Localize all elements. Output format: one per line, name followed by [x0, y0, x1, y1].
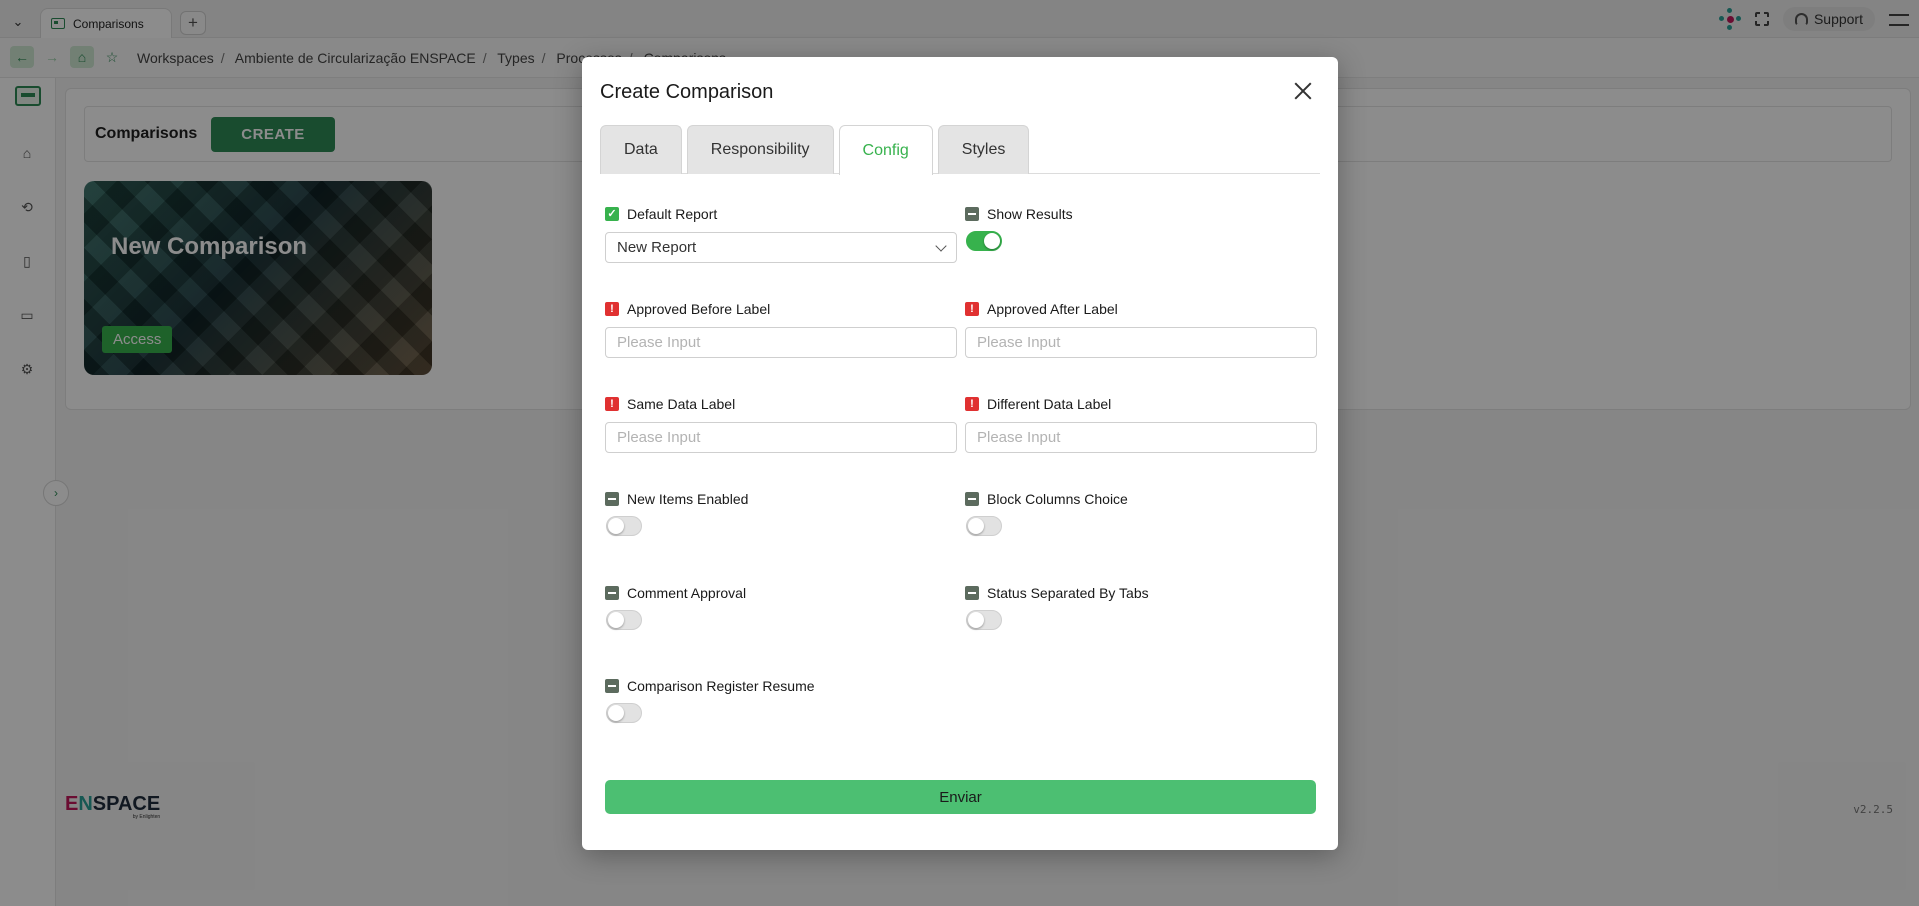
same-data-input[interactable]: Please Input	[605, 422, 957, 453]
default-report-value: New Report	[617, 239, 697, 256]
status-separated-by-tabs-toggle[interactable]	[966, 610, 1002, 630]
same-data-label: Same Data Label	[627, 396, 736, 412]
submit-button[interactable]: Enviar	[605, 780, 1316, 814]
checkbox-indeterminate-icon[interactable]	[605, 586, 619, 600]
comparison-register-resume-toggle[interactable]	[606, 703, 642, 723]
tab-config[interactable]: Config	[838, 125, 933, 175]
checkbox-indeterminate-icon[interactable]	[605, 679, 619, 693]
tab-styles[interactable]: Styles	[937, 125, 1030, 174]
approved-after-label: Approved After Label	[987, 301, 1118, 317]
approved-before-input[interactable]: Please Input	[605, 327, 957, 358]
comment-approval-toggle[interactable]	[606, 610, 642, 630]
status-separated-by-tabs-label: Status Separated By Tabs	[987, 585, 1149, 601]
block-columns-choice-label: Block Columns Choice	[987, 491, 1128, 507]
same-data-field: ! Same Data Label Please Input	[605, 395, 957, 453]
dialog-title: Create Comparison	[600, 81, 774, 103]
show-results-label: Show Results	[987, 206, 1073, 222]
approved-after-field: ! Approved After Label Please Input	[965, 300, 1317, 358]
default-report-field: ✓ Default Report New Report	[605, 205, 957, 263]
show-results-toggle[interactable]	[966, 231, 1002, 251]
chevron-down-icon	[935, 240, 947, 252]
approved-after-input[interactable]: Please Input	[965, 327, 1317, 358]
required-warning-icon: !	[965, 302, 979, 316]
default-report-select[interactable]: New Report	[605, 232, 957, 263]
approved-before-label: Approved Before Label	[627, 301, 771, 317]
different-data-label: Different Data Label	[987, 396, 1112, 412]
status-separated-by-tabs-field: Status Separated By Tabs	[965, 584, 1317, 630]
required-warning-icon: !	[965, 397, 979, 411]
block-columns-choice-field: Block Columns Choice	[965, 490, 1317, 536]
comparison-register-resume-field: Comparison Register Resume	[605, 677, 957, 723]
different-data-input[interactable]: Please Input	[965, 422, 1317, 453]
comment-approval-field: Comment Approval	[605, 584, 957, 630]
new-items-enabled-toggle[interactable]	[606, 516, 642, 536]
comment-approval-label: Comment Approval	[627, 585, 747, 601]
checkbox-indeterminate-icon[interactable]	[965, 492, 979, 506]
different-data-field: ! Different Data Label Please Input	[965, 395, 1317, 453]
block-columns-choice-toggle[interactable]	[966, 516, 1002, 536]
approved-before-field: ! Approved Before Label Please Input	[605, 300, 957, 358]
create-comparison-dialog: Create Comparison Data Responsibility Co…	[582, 57, 1338, 850]
checkbox-checked-icon[interactable]: ✓	[605, 207, 619, 221]
required-warning-icon: !	[605, 397, 619, 411]
close-icon[interactable]	[1292, 80, 1314, 102]
checkbox-indeterminate-icon[interactable]	[605, 492, 619, 506]
checkbox-indeterminate-icon[interactable]	[965, 207, 979, 221]
checkbox-indeterminate-icon[interactable]	[965, 586, 979, 600]
dialog-tabs: Data Responsibility Config Styles	[600, 125, 1320, 175]
new-items-enabled-label: New Items Enabled	[627, 491, 749, 507]
show-results-field: Show Results	[965, 205, 1317, 251]
required-warning-icon: !	[605, 302, 619, 316]
new-items-enabled-field: New Items Enabled	[605, 490, 957, 536]
default-report-label: Default Report	[627, 206, 718, 222]
tab-data[interactable]: Data	[600, 125, 682, 174]
comparison-register-resume-label: Comparison Register Resume	[627, 678, 815, 694]
tab-responsibility[interactable]: Responsibility	[686, 125, 834, 174]
